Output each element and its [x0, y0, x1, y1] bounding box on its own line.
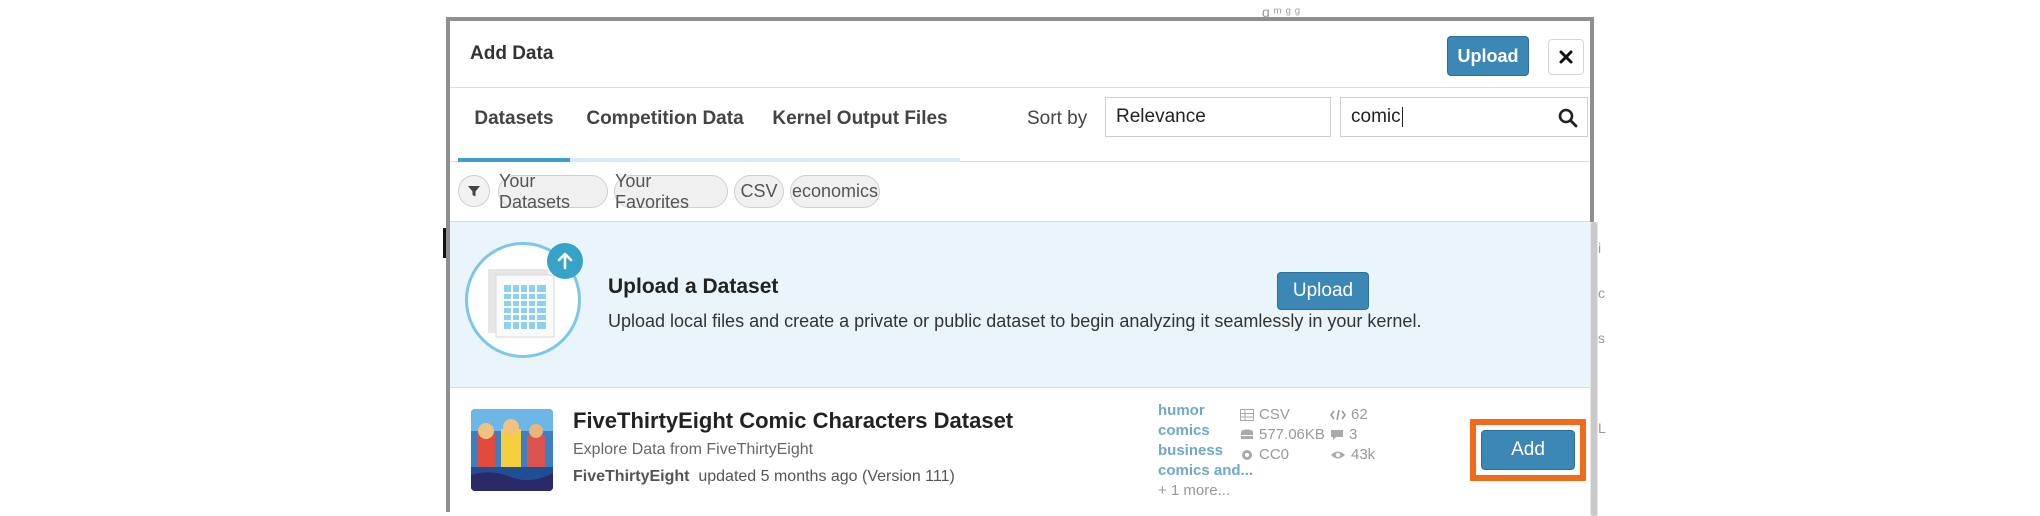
- background-fragment: L: [1598, 420, 1606, 436]
- chip-your-favorites[interactable]: Your Favorites: [614, 171, 728, 212]
- add-button[interactable]: Add: [1481, 430, 1575, 470]
- filter-row: Your Datasets Your Favorites CSV economi…: [450, 161, 1590, 222]
- tag-link[interactable]: comics: [1158, 421, 1253, 441]
- database-icon: [1241, 429, 1253, 439]
- upload-dataset-banner: Upload a Dataset Upload local files and …: [450, 222, 1590, 388]
- scroll-thumb[interactable]: [1591, 222, 1597, 516]
- chip-your-datasets[interactable]: Your Datasets: [498, 171, 608, 212]
- search-value: comic: [1351, 106, 1401, 127]
- dataset-owner[interactable]: FiveThirtyEight: [573, 468, 689, 485]
- tag-link[interactable]: business: [1158, 441, 1253, 461]
- view-count: 43k: [1351, 446, 1376, 463]
- upload-banner-description: Upload local files and create a private …: [608, 311, 1422, 331]
- search-icon[interactable]: [1557, 107, 1579, 129]
- background-fragment: s: [1598, 330, 1605, 346]
- chip-csv[interactable]: CSV: [734, 175, 784, 208]
- comment-count: 3: [1349, 426, 1358, 443]
- dataset-title[interactable]: FiveThirtyEight Comic Characters Dataset: [573, 408, 1013, 434]
- sort-value: Relevance: [1116, 106, 1206, 127]
- filter-icon: [468, 186, 480, 197]
- kernel-count: 62: [1351, 406, 1368, 423]
- file-type: CSV: [1259, 406, 1290, 423]
- dataset-license: CC0: [1259, 446, 1290, 463]
- sort-label: Sort by: [1027, 108, 1088, 129]
- license-icon: [1242, 449, 1252, 460]
- tab-kernel-output-files[interactable]: Kernel Output Files: [760, 87, 960, 162]
- dataset-updated: updated 5 months ago (Version 111): [698, 468, 955, 485]
- license-meta: CC0: [1240, 446, 1289, 463]
- text-caret: [1401, 107, 1403, 127]
- close-button[interactable]: [1548, 39, 1584, 75]
- background-fragment: i: [1598, 240, 1602, 256]
- dataset-tags: humor comics business comics and... + 1 …: [1158, 401, 1253, 501]
- search-input[interactable]: comic: [1340, 97, 1588, 137]
- tab-label: Competition Data: [586, 108, 744, 129]
- dataset-owner-line: FiveThirtyEight updated 5 months ago (Ve…: [573, 468, 955, 486]
- header-upload-button[interactable]: Upload: [1447, 36, 1529, 76]
- eye-icon: [1331, 451, 1345, 458]
- kernels-meta: 62: [1330, 406, 1368, 423]
- tab-label: Kernel Output Files: [772, 108, 948, 129]
- tag-link[interactable]: comics and...: [1158, 461, 1253, 481]
- table-icon: [1240, 408, 1254, 421]
- dataset-subtitle: Explore Data from FiveThirtyEight: [573, 441, 814, 458]
- close-icon: [1559, 50, 1573, 64]
- scrollbar[interactable]: [1590, 222, 1598, 516]
- tab-label: Datasets: [474, 108, 554, 129]
- tab-datasets[interactable]: Datasets: [458, 87, 570, 162]
- dataset-thumbnail: [471, 409, 553, 491]
- file-type-meta: CSV: [1240, 406, 1290, 423]
- tabs-row: Datasets Competition Data Kernel Output …: [450, 87, 1590, 162]
- code-icon: [1330, 409, 1346, 420]
- upload-arrow-icon: [547, 243, 583, 279]
- more-tags-link[interactable]: + 1 more...: [1158, 481, 1253, 501]
- comment-icon: [1331, 429, 1343, 440]
- add-data-modal: Add Data Upload Datasets Competition Dat…: [446, 17, 1598, 516]
- views-meta: 43k: [1330, 446, 1375, 463]
- dataset-result-row[interactable]: FiveThirtyEight Comic Characters Dataset…: [450, 387, 1590, 516]
- tab-competition-data[interactable]: Competition Data: [570, 87, 760, 162]
- background-fragment: c: [1598, 285, 1605, 301]
- filter-button[interactable]: [458, 175, 490, 207]
- modal-title: Add Data: [470, 43, 554, 64]
- upload-banner-title: Upload a Dataset: [608, 275, 779, 298]
- size-meta: 577.06KB: [1240, 426, 1325, 443]
- banner-upload-button[interactable]: Upload: [1277, 272, 1369, 310]
- sort-select[interactable]: Relevance: [1105, 97, 1331, 137]
- dataset-size: 577.06KB: [1259, 426, 1325, 443]
- comments-meta: 3: [1330, 426, 1357, 443]
- modal-header: Add Data Upload: [450, 21, 1590, 88]
- tag-link[interactable]: humor: [1158, 401, 1253, 421]
- chip-economics[interactable]: economics: [790, 175, 880, 208]
